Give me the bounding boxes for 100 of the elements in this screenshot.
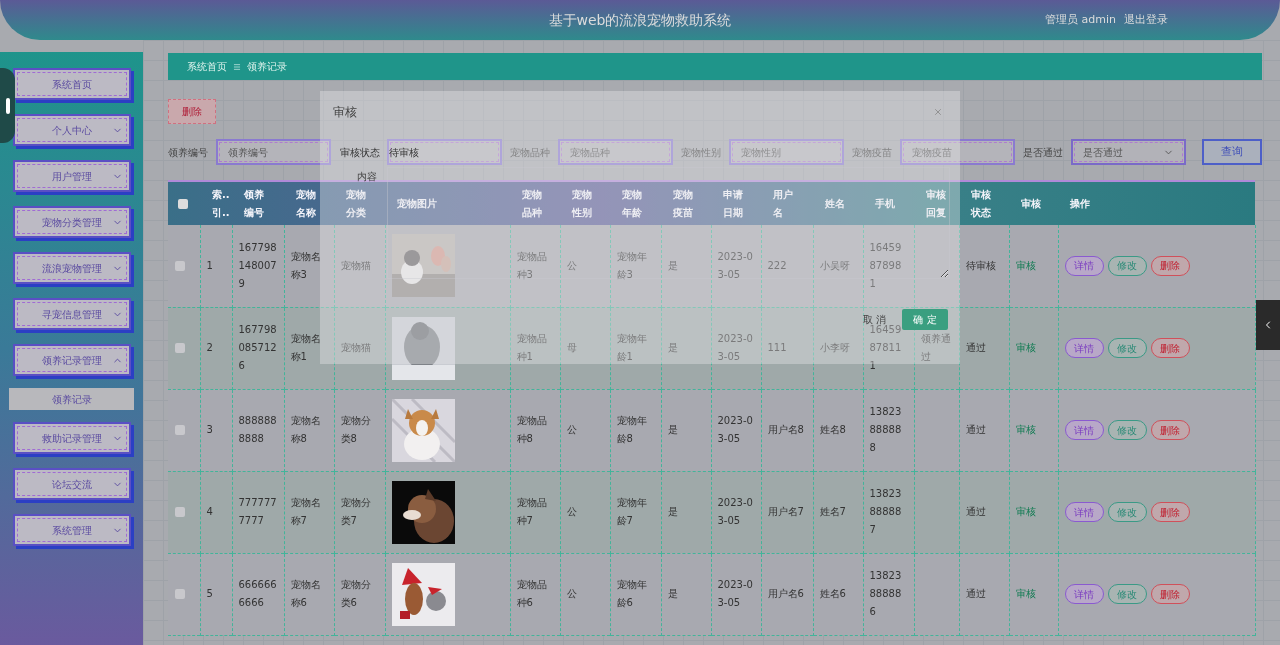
table-cell: 13823888887 <box>869 488 902 535</box>
side-tab[interactable] <box>1256 300 1280 350</box>
confirm-button[interactable]: 确 定 <box>902 309 948 330</box>
table-cell: 宠物名称7 <box>290 497 321 526</box>
delete-button[interactable]: 删除 <box>1150 338 1190 358</box>
sidebar-item[interactable]: 领养记录管理 <box>12 344 131 376</box>
table-cell: 宠物年龄7 <box>616 497 647 526</box>
table-cell: 待审核 <box>965 259 996 271</box>
field-label: 是否通过 <box>1023 145 1063 160</box>
row-checkbox[interactable] <box>175 260 185 271</box>
delete-button[interactable]: 删除 <box>1150 502 1190 522</box>
select-field[interactable]: 是否通过 <box>1071 139 1186 165</box>
details-button[interactable]: 详情 <box>1064 584 1104 604</box>
sidebar-item[interactable]: 系统首页 <box>12 68 131 100</box>
delete-button[interactable]: 删除 <box>1150 420 1190 440</box>
table-cell: 2023-03-05 <box>717 250 753 280</box>
table-cell: 7777777777 <box>238 497 277 526</box>
table-cell: 宠物品种7 <box>516 497 547 526</box>
logout-link[interactable]: 退出登录 <box>1124 11 1168 29</box>
edit-button[interactable]: 修改 <box>1107 420 1147 440</box>
edit-button[interactable]: 修改 <box>1107 584 1147 604</box>
table-cell: 宠物品种6 <box>516 579 547 608</box>
row-checkbox[interactable] <box>175 507 185 517</box>
sidebar-item[interactable]: 救助记录管理 <box>12 422 131 454</box>
column-header: 审核回复 <box>914 181 959 225</box>
column-header: 宠物性别 <box>560 181 610 225</box>
table-cell: 宠物分类8 <box>340 415 371 444</box>
table-cell: 2023-03-05 <box>717 333 753 362</box>
edit-button[interactable]: 修改 <box>1107 255 1147 276</box>
table-cell: 小吴呀 <box>819 259 850 271</box>
table-cell: 姓名6 <box>819 588 846 599</box>
sidebar-item[interactable]: 用户管理 <box>12 160 131 192</box>
table-cell: 通过 <box>965 506 986 517</box>
delete-button[interactable]: 删除 <box>1150 255 1190 276</box>
close-icon[interactable] <box>933 107 943 117</box>
input-field[interactable]: 领养编号 <box>216 139 331 165</box>
review-link[interactable]: 审核 <box>1015 587 1036 599</box>
table-cell: 宠物分类7 <box>340 497 371 526</box>
details-button[interactable]: 详情 <box>1064 255 1104 276</box>
status-select[interactable]: 待审核 <box>383 140 498 165</box>
column-header: 领养编号 <box>232 181 284 225</box>
sidebar-item[interactable]: 系统管理 <box>12 514 131 546</box>
table-cell: 16459878981 <box>869 241 902 289</box>
field-label: 内容 <box>357 170 377 184</box>
review-link[interactable]: 审核 <box>1015 259 1036 271</box>
column-header: 操作 <box>1058 181 1255 225</box>
drawer-handle[interactable] <box>0 68 15 143</box>
table-cell: 领养通过 <box>920 333 951 362</box>
details-button[interactable]: 详情 <box>1064 420 1104 440</box>
column-header: 审核 <box>1009 181 1058 225</box>
query-button[interactable]: 查询 <box>1202 139 1262 165</box>
table-cell: 公 <box>566 588 577 599</box>
table-cell: 宠物品种3 <box>516 250 547 280</box>
row-checkbox[interactable] <box>175 589 185 599</box>
table-cell: 宠物品种8 <box>516 415 547 444</box>
details-button[interactable]: 详情 <box>1064 338 1104 358</box>
submenu-item[interactable]: 领养记录 <box>9 388 134 410</box>
cancel-button[interactable]: 取 消 <box>862 312 886 327</box>
review-link[interactable]: 审核 <box>1015 505 1036 517</box>
table-cell: 6666666666 <box>238 579 277 608</box>
table-cell: 1677980857126 <box>238 324 277 371</box>
table-cell: 通过 <box>965 342 986 353</box>
breadcrumb-link[interactable]: 系统首页 <box>187 59 227 74</box>
field-label: 审核状态 <box>340 146 380 160</box>
table-cell: 宠物名称8 <box>290 415 321 444</box>
delete-button[interactable]: 删除 <box>168 99 216 124</box>
table-cell: 5 <box>206 588 213 599</box>
table-cell: 宠物名称6 <box>290 579 321 608</box>
table-cell: 是 <box>667 342 678 353</box>
row-checkbox[interactable] <box>175 425 185 435</box>
edit-button[interactable]: 修改 <box>1107 338 1147 358</box>
sidebar-item[interactable]: 寻宠信息管理 <box>12 298 131 330</box>
column-header: 宠物图片 <box>385 181 510 225</box>
sidebar-item[interactable]: 个人中心 <box>12 114 131 146</box>
row-checkbox[interactable] <box>175 343 185 353</box>
details-button[interactable]: 详情 <box>1064 502 1104 522</box>
sidebar-item[interactable]: 论坛交流 <box>12 468 131 500</box>
table-cell: 2 <box>206 342 213 353</box>
delete-button[interactable]: 删除 <box>1150 584 1190 604</box>
column-header: 用户名 <box>761 181 813 225</box>
select-all-checkbox[interactable] <box>178 198 188 209</box>
sidebar-item[interactable]: 宠物分类管理 <box>12 206 131 238</box>
column-header: 申请日期 <box>711 181 761 225</box>
table-cell: 2023-03-05 <box>717 415 753 444</box>
edit-button[interactable]: 修改 <box>1107 502 1147 522</box>
column-header: 索..引.. <box>200 181 232 225</box>
column-header: 宠物疫苗 <box>661 181 711 225</box>
review-link[interactable]: 审核 <box>1015 423 1036 435</box>
table-cell: 16459878111 <box>869 324 902 371</box>
table-cell: 公 <box>566 259 577 271</box>
dialog-title: 审核 <box>333 104 357 121</box>
table-cell: 2023-03-05 <box>717 579 753 608</box>
field-label: 领养编号 <box>168 145 208 160</box>
table-cell: 宠物年龄6 <box>616 579 647 608</box>
sidebar-item[interactable]: 流浪宠物管理 <box>12 252 131 284</box>
review-link[interactable]: 审核 <box>1015 341 1036 353</box>
table-cell: 111 <box>767 342 787 353</box>
table-cell: 宠物名称1 <box>290 333 321 362</box>
column-header: 宠物年龄 <box>610 181 661 225</box>
table-cell: 用户名7 <box>767 506 804 517</box>
